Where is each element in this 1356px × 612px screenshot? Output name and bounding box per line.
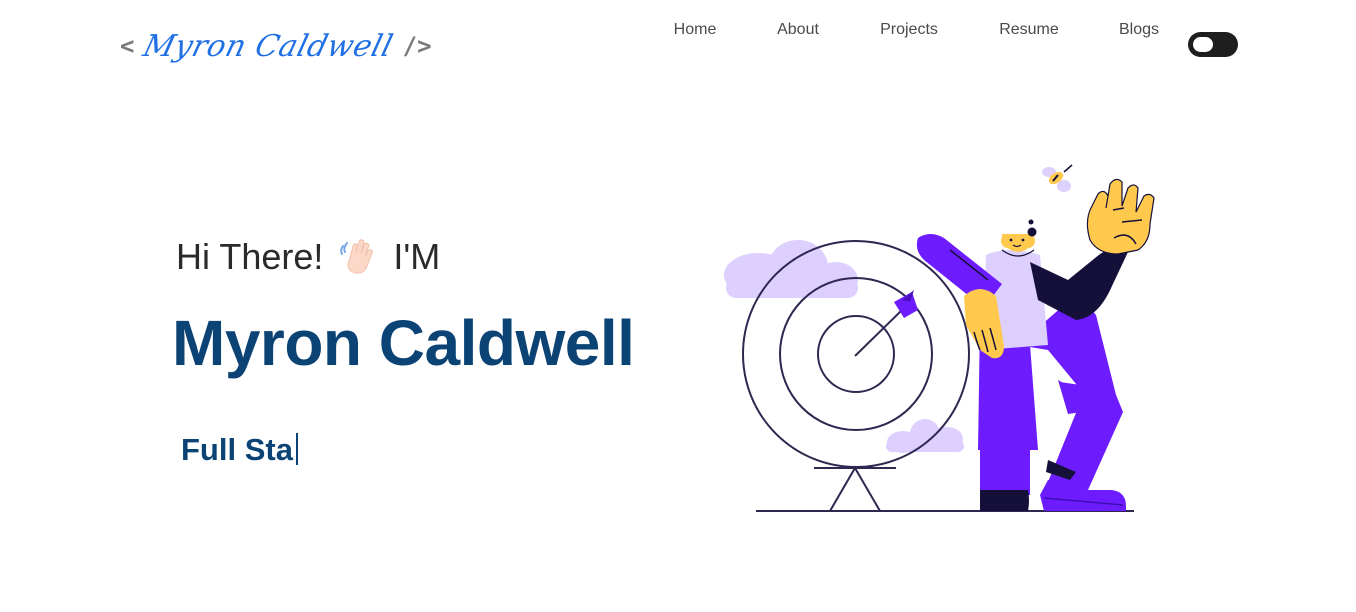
greeting-text: Hi There! — [176, 236, 324, 277]
theme-toggle[interactable] — [1188, 32, 1238, 57]
person-with-dartboard-illustration — [724, 164, 1155, 512]
bee-icon — [1042, 164, 1073, 192]
hero-name: Myron Caldwell — [172, 307, 635, 379]
typewriter-caret — [295, 433, 298, 465]
cloud-left — [724, 240, 858, 298]
nav-link-home[interactable]: Home — [672, 21, 718, 39]
waving-hand-icon — [337, 236, 379, 278]
nav-link-projects[interactable]: Projects — [878, 21, 940, 39]
nav-link-resume[interactable]: Resume — [999, 21, 1059, 39]
typewriter-text: Full Sta — [181, 432, 298, 468]
dartboard-stand — [814, 467, 896, 512]
nav-link-about[interactable]: About — [775, 21, 821, 39]
hero-greeting: Hi There! I'M — [176, 236, 440, 278]
cloud-small — [886, 419, 964, 453]
logo-signature: Myron Caldwell — [140, 28, 398, 64]
logo-open-bracket: < — [120, 32, 135, 60]
nav-link-blogs[interactable]: Blogs — [1118, 21, 1160, 39]
typewriter-content: Full Sta — [181, 432, 293, 467]
theme-toggle-knob — [1193, 37, 1213, 52]
navbar: < Myron Caldwell /> Home About Projects … — [0, 0, 1356, 84]
raised-hand — [1086, 178, 1155, 255]
logo-close-bracket: /> — [402, 32, 432, 60]
dart — [854, 290, 918, 357]
person — [916, 178, 1155, 511]
greeting-im-text: I'M — [393, 236, 441, 277]
hero-illustration — [718, 150, 1168, 520]
logo[interactable]: < Myron Caldwell /> — [120, 18, 432, 74]
